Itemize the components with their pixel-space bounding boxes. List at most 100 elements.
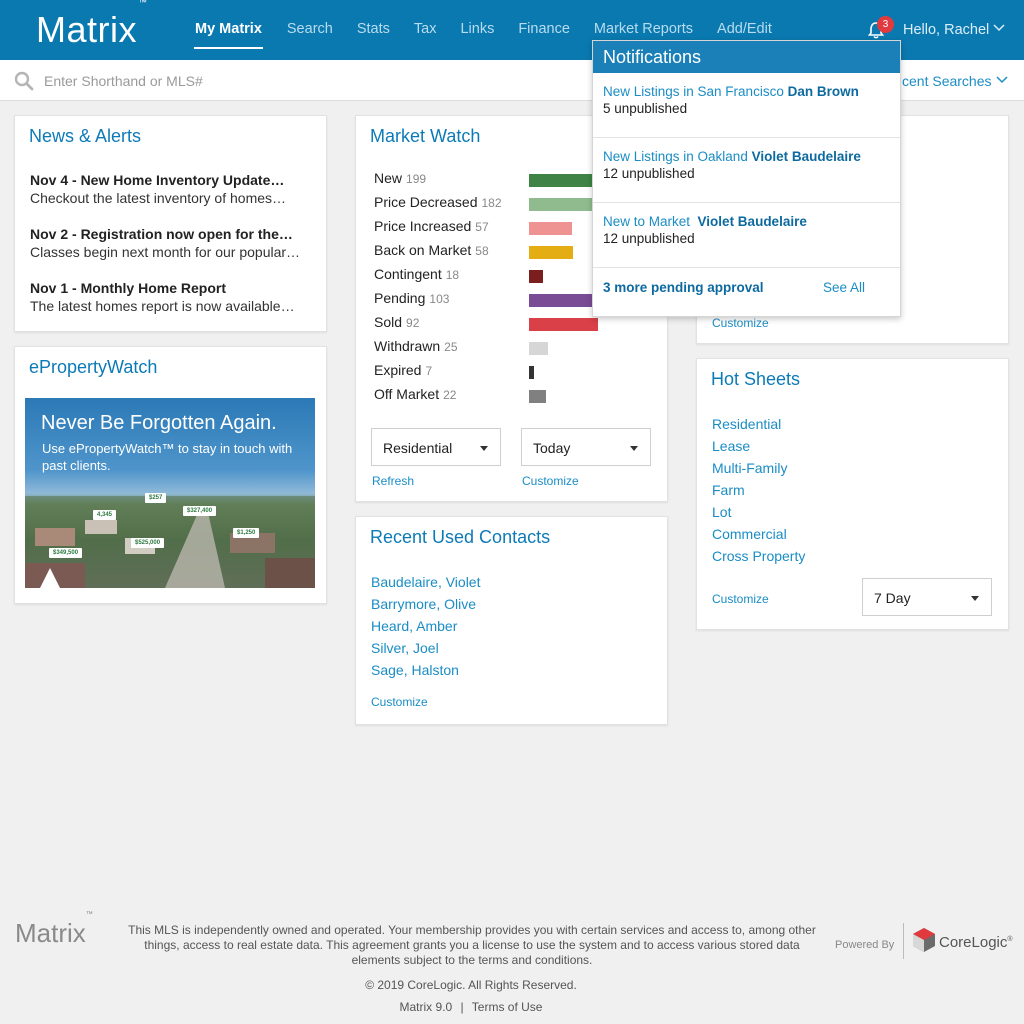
news-alerts-card: News & Alerts Nov 4 - New Home Inventory… xyxy=(14,115,327,332)
market-watch-bar[interactable] xyxy=(529,366,534,379)
market-watch-row[interactable]: Withdrawn 25 xyxy=(374,336,674,356)
news-body: The latest homes report is now available… xyxy=(30,298,295,314)
see-all-link[interactable]: See All xyxy=(823,280,865,295)
nav-my-matrix[interactable]: My Matrix xyxy=(194,21,263,49)
notification-item[interactable]: New Listings in Oakland Violet Baudelair… xyxy=(593,138,900,203)
hot-sheets-card: Hot Sheets Residential Lease Multi-Famil… xyxy=(696,358,1009,630)
user-greeting[interactable]: Hello, Rachel xyxy=(903,22,989,38)
market-watch-label-group: Price Decreased 182 xyxy=(374,194,502,210)
market-watch-label: Expired xyxy=(374,362,422,378)
pending-approval-link[interactable]: 3 more pending approval xyxy=(603,280,764,295)
price-tag: $349,500 xyxy=(49,548,83,558)
footer-disclaimer: This MLS is independently owned and oper… xyxy=(128,923,816,967)
footer-divider xyxy=(903,923,904,959)
notification-item[interactable]: New to Market Violet Baudelaire 12 unpub… xyxy=(593,203,900,268)
market-watch-label: New xyxy=(374,170,403,186)
market-watch-bar[interactable] xyxy=(529,390,546,403)
news-alerts-title: News & Alerts xyxy=(29,126,142,146)
market-watch-label-group: Pending 103 xyxy=(374,290,449,306)
notification-item[interactable]: New Listings in San Francisco Dan Brown … xyxy=(593,73,900,138)
hot-sheet-link[interactable]: Cross Property xyxy=(712,548,805,564)
notification-text: New Listings in Oakland Violet Baudelair… xyxy=(603,149,861,164)
hot-sheet-link[interactable]: Lease xyxy=(712,438,750,454)
contact-link[interactable]: Heard, Amber xyxy=(371,618,457,634)
chevron-down-icon[interactable] xyxy=(993,24,1005,32)
matrix-logo[interactable]: Matrix™ xyxy=(36,0,147,51)
footer-version-line: Matrix 9.0 | Terms of Use xyxy=(0,1000,942,1014)
corelogic-logo: CoreLogic® xyxy=(911,926,1021,956)
footer-separator: | xyxy=(460,1000,464,1014)
footer-matrix-logo: Matrix™ xyxy=(15,911,93,948)
news-item[interactable]: Nov 2 - Registration now open for the… C… xyxy=(30,226,315,260)
notifications-title: Notifications xyxy=(593,41,900,73)
news-item[interactable]: Nov 4 - New Home Inventory Update… Check… xyxy=(30,172,315,206)
market-watch-label-group: Back on Market 58 xyxy=(374,242,489,258)
epropertywatch-banner[interactable]: Never Be Forgotten Again. Use ePropertyW… xyxy=(25,398,315,588)
market-watch-count: 92 xyxy=(406,316,420,330)
recent-searches-link[interactable]: cent Searches xyxy=(902,73,992,89)
market-watch-label-group: Expired 7 xyxy=(374,362,432,378)
contact-link[interactable]: Barrymore, Olive xyxy=(371,596,476,612)
contact-link[interactable]: Sage, Halston xyxy=(371,662,459,678)
market-watch-row[interactable]: Off Market 22 xyxy=(374,384,674,404)
market-watch-label-group: Contingent 18 xyxy=(374,266,459,282)
chevron-down-icon[interactable] xyxy=(996,76,1008,84)
news-body: Checkout the latest inventory of homes… xyxy=(30,190,287,206)
nav-tax[interactable]: Tax xyxy=(414,0,437,60)
nav-search[interactable]: Search xyxy=(287,0,333,60)
contact-link[interactable]: Silver, Joel xyxy=(371,640,439,656)
market-watch-count: 18 xyxy=(445,268,460,282)
hot-sheet-link[interactable]: Multi-Family xyxy=(712,460,787,476)
market-watch-bar[interactable] xyxy=(529,222,572,235)
customize-link[interactable]: Customize xyxy=(712,316,769,330)
market-watch-label-group: Price Increased 57 xyxy=(374,218,489,234)
notification-subtext: 5 unpublished xyxy=(603,101,688,116)
hot-sheet-link[interactable]: Lot xyxy=(712,504,731,520)
epropertywatch-title: ePropertyWatch xyxy=(29,357,158,377)
price-tag: 4,345 xyxy=(93,510,117,520)
hot-sheets-title: Hot Sheets xyxy=(711,369,801,389)
terms-of-use-link[interactable]: Terms of Use xyxy=(472,1000,543,1014)
hot-sheet-link[interactable]: Residential xyxy=(712,416,781,432)
notification-subtext: 12 unpublished xyxy=(603,166,695,181)
market-watch-label: Contingent xyxy=(374,266,442,282)
price-tag: $257 xyxy=(145,493,167,503)
customize-link[interactable]: Customize xyxy=(712,592,769,606)
price-tag: $525,000 xyxy=(131,538,165,548)
refresh-link[interactable]: Refresh xyxy=(372,474,414,488)
nav-finance[interactable]: Finance xyxy=(518,0,570,60)
market-watch-title: Market Watch xyxy=(370,126,481,146)
notifications-dropdown: Notifications New Listings in San Franci… xyxy=(592,40,901,317)
market-watch-bar[interactable] xyxy=(529,342,548,355)
nav-stats[interactable]: Stats xyxy=(357,0,390,60)
hot-sheet-link[interactable]: Farm xyxy=(712,482,745,498)
customize-link[interactable]: Customize xyxy=(371,695,428,709)
market-watch-count: 199 xyxy=(406,172,427,186)
notification-text: New to Market Violet Baudelaire xyxy=(603,214,807,229)
news-item[interactable]: Nov 1 - Monthly Home Report The latest h… xyxy=(30,280,315,314)
market-watch-bar[interactable] xyxy=(529,270,543,283)
neighborhood-photo xyxy=(25,496,315,588)
market-watch-row[interactable]: Expired 7 xyxy=(374,360,674,380)
market-watch-count: 57 xyxy=(475,220,489,234)
version-text: Matrix 9.0 xyxy=(399,1000,453,1014)
market-watch-count: 103 xyxy=(429,292,450,306)
hot-sheet-link[interactable]: Commercial xyxy=(712,526,787,542)
nav-links[interactable]: Links xyxy=(460,0,494,60)
market-watch-bar[interactable] xyxy=(529,246,573,259)
property-type-select[interactable]: Residential xyxy=(371,428,501,466)
search-icon xyxy=(14,71,34,91)
market-watch-label: Sold xyxy=(374,314,403,330)
contact-link[interactable]: Baudelaire, Violet xyxy=(371,574,480,590)
hot-sheets-period-select[interactable]: 7 Day xyxy=(862,578,992,616)
caret-down-icon xyxy=(630,446,638,451)
caret-down-icon xyxy=(971,596,979,601)
shorthand-search-input[interactable] xyxy=(44,70,544,92)
period-select[interactable]: Today xyxy=(521,428,651,466)
market-watch-label: Off Market xyxy=(374,386,440,402)
price-tag: $1,250 xyxy=(233,528,260,538)
market-watch-bar[interactable] xyxy=(529,318,598,331)
customize-link[interactable]: Customize xyxy=(522,474,579,488)
news-body: Classes begin next month for our popular… xyxy=(30,244,301,260)
price-tag: $327,400 xyxy=(183,506,217,516)
